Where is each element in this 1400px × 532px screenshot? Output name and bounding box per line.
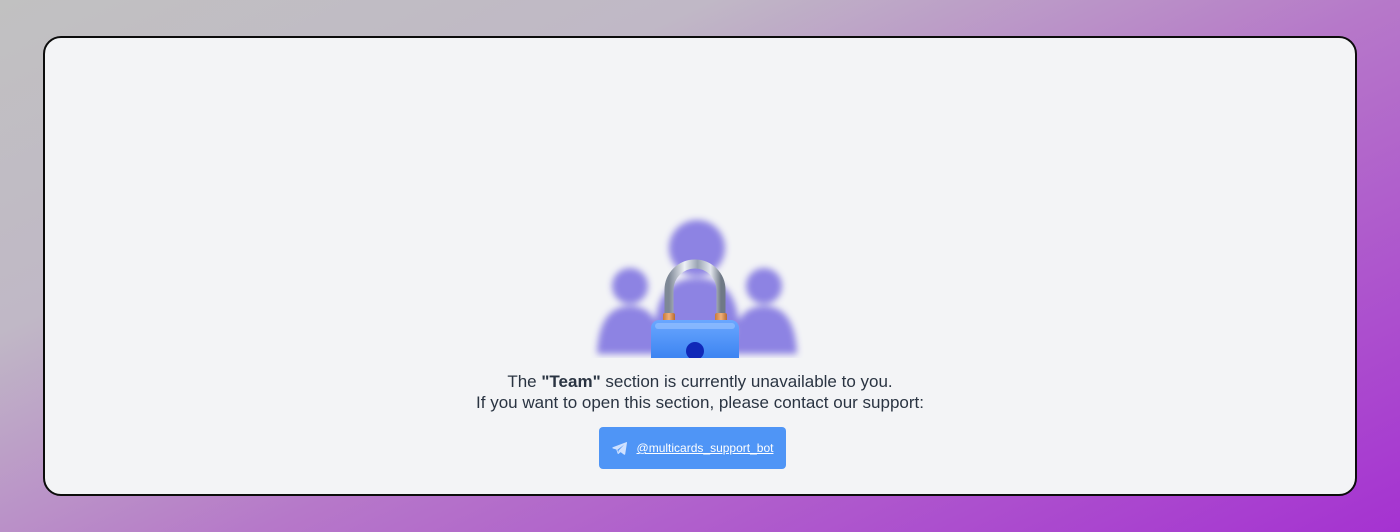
unavailable-message: The "Team" section is currently unavaila… (45, 371, 1355, 413)
message-suffix: section is currently unavailable to you. (600, 372, 893, 391)
locked-team-icon (585, 178, 805, 392)
message-prefix: The (507, 372, 542, 391)
access-denied-card: The "Team" section is currently unavaila… (43, 36, 1357, 496)
telegram-icon (611, 441, 627, 455)
support-bot-link[interactable]: @multicards_support_bot (637, 441, 774, 455)
message-line-2: If you want to open this section, please… (476, 393, 924, 412)
section-name: "Team" (541, 372, 601, 391)
message-line-1: The "Team" section is currently unavaila… (45, 371, 1355, 392)
support-bot-button[interactable]: @multicards_support_bot (599, 427, 786, 469)
